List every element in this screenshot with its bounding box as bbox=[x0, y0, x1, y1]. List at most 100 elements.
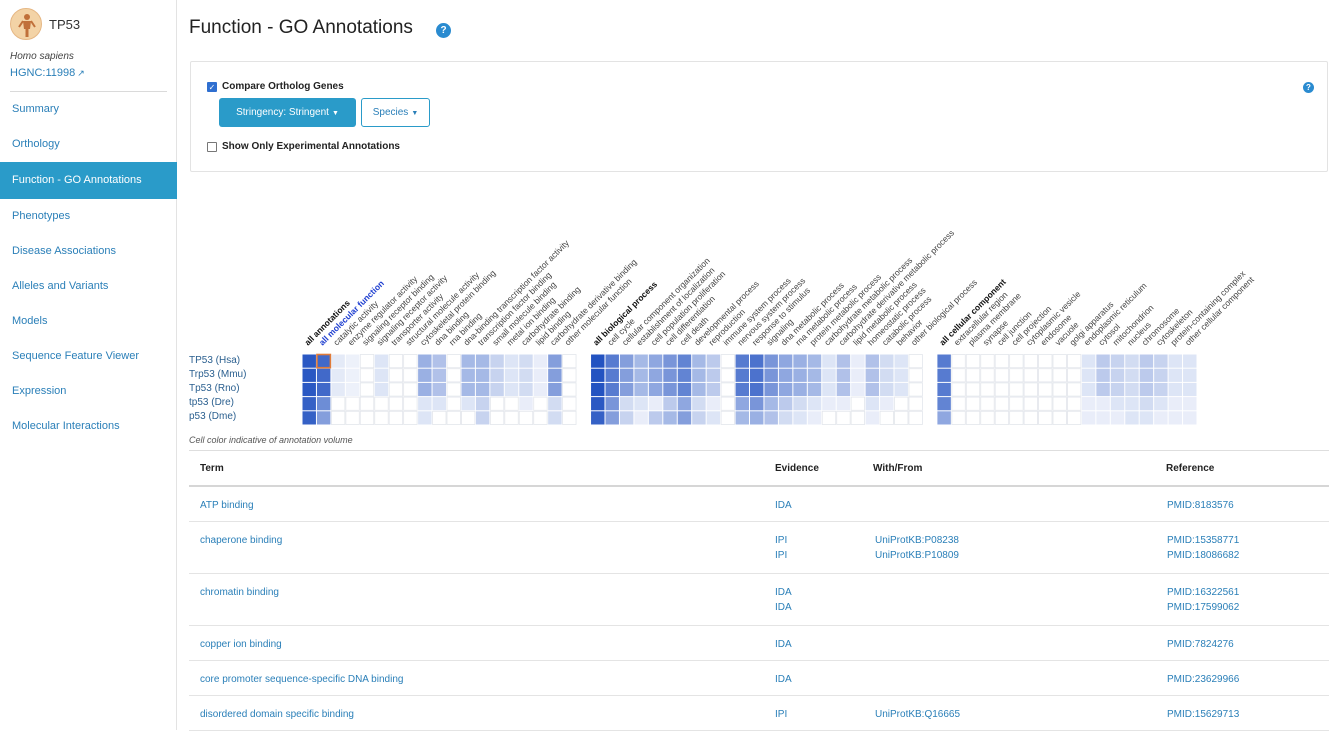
ribbon-cell[interactable] bbox=[1139, 382, 1154, 397]
ribbon-cell[interactable] bbox=[1081, 411, 1096, 425]
ribbon-cell[interactable] bbox=[1023, 410, 1038, 425]
ribbon-cell[interactable] bbox=[1096, 382, 1110, 397]
ribbon-cell[interactable] bbox=[706, 411, 721, 425]
go-term-link[interactable]: disordered domain specific binding bbox=[200, 709, 354, 720]
ribbon-cell[interactable] bbox=[692, 354, 706, 368]
ribbon-cell[interactable] bbox=[1139, 397, 1154, 411]
hgnc-id[interactable]: HGNC:11998 bbox=[10, 67, 75, 79]
ribbon-cell[interactable] bbox=[403, 410, 418, 425]
ribbon-cell[interactable] bbox=[1168, 354, 1183, 368]
ribbon-cell[interactable] bbox=[980, 396, 995, 411]
ribbon-cell[interactable] bbox=[1067, 382, 1082, 397]
ribbon-cell[interactable] bbox=[1081, 368, 1096, 382]
experimental-only-checkbox[interactable] bbox=[207, 142, 217, 152]
ribbon-cell[interactable] bbox=[778, 368, 793, 382]
ribbon-cell[interactable] bbox=[1125, 382, 1139, 397]
ribbon-cell[interactable] bbox=[1067, 410, 1082, 425]
ribbon-cell[interactable] bbox=[851, 382, 865, 397]
ribbon-cell[interactable] bbox=[706, 397, 721, 411]
ribbon-cell[interactable] bbox=[865, 382, 880, 397]
ribbon-cell[interactable] bbox=[316, 382, 331, 397]
with-from-link[interactable]: UniProtKB:P10809 bbox=[875, 550, 959, 565]
sidebar-item-sequence-feature-viewer[interactable]: Sequence Feature Viewer bbox=[0, 339, 177, 374]
sidebar-item-phenotypes[interactable]: Phenotypes bbox=[0, 199, 177, 234]
ribbon-cell[interactable] bbox=[778, 382, 793, 397]
evidence-code[interactable]: IDA bbox=[775, 602, 792, 617]
ribbon-cell[interactable] bbox=[302, 368, 316, 382]
ribbon-cell[interactable] bbox=[374, 354, 389, 368]
ribbon-cell[interactable] bbox=[937, 411, 951, 425]
ribbon-cell[interactable] bbox=[475, 397, 490, 411]
ribbon-cell[interactable] bbox=[519, 397, 533, 411]
ribbon-cell[interactable] bbox=[1125, 354, 1139, 368]
ribbon-cell[interactable] bbox=[359, 382, 375, 397]
ribbon-cell[interactable] bbox=[345, 396, 360, 411]
ribbon-cell[interactable] bbox=[1009, 410, 1024, 425]
ribbon-cell[interactable] bbox=[519, 382, 533, 397]
ribbon-cell[interactable] bbox=[822, 368, 836, 382]
ribbon-cell[interactable] bbox=[504, 396, 519, 411]
ribbon-cell[interactable] bbox=[1110, 397, 1125, 411]
ribbon-cell[interactable] bbox=[980, 382, 995, 397]
ribbon-cell[interactable] bbox=[994, 396, 1010, 411]
ribbon-cell[interactable] bbox=[850, 396, 866, 411]
ribbon-cell[interactable] bbox=[1038, 410, 1053, 425]
ribbon-cell[interactable] bbox=[937, 397, 951, 411]
ribbon-cell[interactable] bbox=[490, 354, 504, 368]
ribbon-cell[interactable] bbox=[461, 410, 476, 425]
ribbon-selected-cell[interactable] bbox=[316, 353, 332, 369]
ribbon-cell[interactable] bbox=[533, 354, 548, 368]
ribbon-cell[interactable] bbox=[1183, 382, 1197, 397]
ribbon-species-label[interactable]: Tp53 (Rno) bbox=[189, 382, 299, 396]
reference-link[interactable]: PMID:17599062 bbox=[1167, 602, 1239, 617]
evidence-code[interactable]: IDA bbox=[775, 587, 792, 602]
sidebar-item-orthology[interactable]: Orthology bbox=[0, 127, 177, 162]
sidebar-item-expression[interactable]: Expression bbox=[0, 374, 177, 409]
ribbon-cell[interactable] bbox=[302, 411, 316, 425]
ribbon-cell[interactable] bbox=[533, 396, 548, 411]
with-from-link[interactable]: UniProtKB:P08238 bbox=[875, 535, 959, 550]
ribbon-cell[interactable] bbox=[374, 368, 389, 382]
reference-link[interactable]: PMID:16322561 bbox=[1167, 587, 1239, 602]
ribbon-cell[interactable] bbox=[562, 368, 577, 383]
ribbon-cell[interactable] bbox=[548, 368, 562, 382]
ribbon-cell[interactable] bbox=[735, 397, 749, 411]
ribbon-cell[interactable] bbox=[880, 368, 894, 382]
ribbon-cell[interactable] bbox=[1139, 368, 1154, 382]
ribbon-cell[interactable] bbox=[446, 368, 461, 383]
ribbon-cell[interactable] bbox=[807, 411, 822, 425]
sidebar-item-function-go-annotations[interactable]: Function - GO Annotations bbox=[0, 162, 177, 199]
ribbon-cell[interactable] bbox=[865, 354, 880, 368]
ribbon-species-label[interactable]: tp53 (Dre) bbox=[189, 396, 299, 410]
ribbon-cell[interactable] bbox=[1096, 368, 1110, 382]
ribbon-cell[interactable] bbox=[533, 410, 548, 425]
ribbon-cell[interactable] bbox=[418, 397, 432, 411]
ribbon-cell[interactable] bbox=[793, 397, 807, 411]
ribbon-cell[interactable] bbox=[1183, 354, 1197, 368]
ribbon-cell[interactable] bbox=[648, 368, 663, 382]
ribbon-cell[interactable] bbox=[1009, 396, 1024, 411]
ribbon-cell[interactable] bbox=[446, 410, 461, 425]
help-icon[interactable]: ? bbox=[436, 23, 451, 38]
experimental-only-label[interactable]: Show Only Experimental Annotations bbox=[222, 141, 400, 152]
ribbon-cell[interactable] bbox=[937, 368, 951, 382]
ribbon-cell[interactable] bbox=[807, 354, 822, 368]
ribbon-cell[interactable] bbox=[836, 410, 851, 425]
ribbon-cell[interactable] bbox=[1023, 354, 1038, 369]
ribbon-cell[interactable] bbox=[793, 368, 807, 382]
ribbon-cell[interactable] bbox=[677, 382, 692, 397]
ribbon-cell[interactable] bbox=[634, 368, 648, 382]
ribbon-group-label[interactable]: other cellular component bbox=[1183, 274, 1256, 347]
ribbon-cell[interactable] bbox=[764, 354, 778, 368]
evidence-code[interactable]: IPI bbox=[775, 709, 787, 724]
ribbon-cell[interactable] bbox=[764, 411, 778, 425]
ribbon-cell[interactable] bbox=[490, 368, 504, 382]
ribbon-cell[interactable] bbox=[778, 411, 793, 425]
ribbon-cell[interactable] bbox=[634, 354, 648, 368]
ribbon-cell[interactable] bbox=[692, 411, 706, 425]
ribbon-cell[interactable] bbox=[994, 368, 1010, 383]
ribbon-cell[interactable] bbox=[504, 368, 519, 382]
ribbon-cell[interactable] bbox=[663, 411, 677, 425]
ribbon-cell[interactable] bbox=[504, 354, 519, 368]
ribbon-cell[interactable] bbox=[619, 411, 634, 425]
